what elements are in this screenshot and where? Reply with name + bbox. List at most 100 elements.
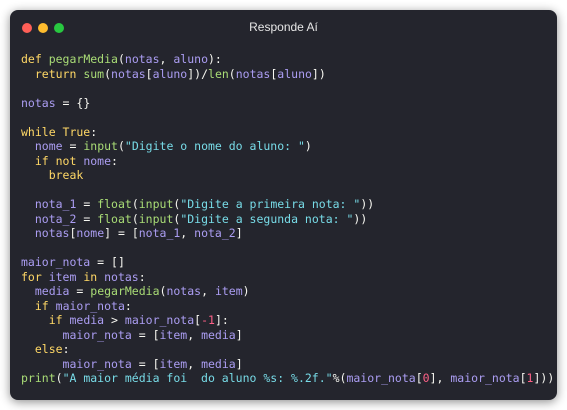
code-line: else: [21,342,554,357]
code-token: , [180,226,195,240]
code-token: ])/ [187,66,209,81]
code-token: )) [353,211,368,226]
code-token: : [124,298,132,313]
code-token: nota_2 [194,226,236,240]
code-token: maior_nota [346,371,416,385]
code-token: sum [83,66,105,81]
code-line: def pegarMedia(notas, aluno): [21,52,554,67]
code-token: ], [429,371,451,385]
code-token: media [34,284,70,298]
code-line: if media > maior_nota[-1]: [21,313,554,328]
code-token: notas [34,226,70,240]
code-token: ])) [533,371,555,385]
code-token: [ [145,66,153,81]
code-token: = [] [90,255,125,269]
code-token: maior_nota [124,313,195,327]
code-token: , [201,284,215,298]
code-token: while True [21,124,91,139]
code-token: nome [34,139,63,153]
code-token: [ [519,371,527,385]
code-token: ] = [ [104,226,139,240]
code-token: : [111,153,118,168]
code-token: )) [360,197,375,211]
code-token: notas [124,52,160,66]
code-token: nota_1 [138,226,181,240]
code-token: item [159,356,188,371]
code-token: ( [228,66,236,81]
code-token: ) [304,139,312,153]
code-token: if [34,298,56,313]
code-token: ( [117,139,125,153]
code-token: "Digite o nome do aluno: " [124,139,305,153]
code-token: notas [111,66,146,81]
code-token: "Digite a primeira nota: " [180,197,361,211]
code-line: maior_nota = [item, media] [21,328,554,343]
code-line: if not nome: [21,154,554,169]
code-line: break [21,168,554,183]
code-token: aluno [152,66,188,81]
code-token: ( [117,52,125,66]
code-token: , [187,356,202,371]
code-token: ( [131,197,139,211]
code-token: len [208,66,229,81]
code-token: = [ [131,327,160,342]
code-token: notas [166,284,202,298]
code-line: nota_1 = float(input("Digite a primeira … [21,197,554,212]
code-token: ]: [214,313,229,327]
code-token: break [48,168,84,182]
code-token: print [21,371,56,385]
code-token: media [69,313,105,327]
code-token: ]) [311,66,326,81]
code-token: = [76,211,98,226]
code-token: %( [332,371,347,385]
code-token: in [76,269,105,284]
code-token: 0 [422,371,430,385]
code-token: "Digite a segunda nota: " [180,211,354,226]
code-token: if not [34,153,84,168]
code-token: maior_nota [62,327,132,342]
code-line: maior_nota = [item, media] [21,357,554,372]
code-token: = [ [131,356,160,371]
code-token: notas [235,66,271,81]
code-token: nome [83,153,112,168]
code-token: media [201,327,236,342]
code-token: "A maior média foi do aluno %s: %.2f." [62,371,333,385]
code-token: pegarMedia [90,284,160,298]
code-token: ] [235,327,243,342]
code-token: pegarMedia [48,52,118,66]
code-token: maior_nota [450,371,520,385]
code-line: media = pegarMedia(notas, item) [21,284,554,299]
code-token: aluno [173,52,208,66]
code-token: : [90,124,98,139]
code-token: ( [55,371,63,385]
code-token: > [104,313,125,327]
code-token: ] [235,226,243,240]
code-token: nota_2 [34,211,77,226]
window-title: Responde Aí [249,20,318,34]
code-token: media [201,356,236,371]
code-token: , [159,52,174,66]
code-token: ) [242,284,250,298]
code-line: nota_2 = float(input("Digite a segunda n… [21,212,554,227]
code-token: : [138,269,146,284]
code-token: item [214,284,243,298]
code-token: [ [415,371,423,385]
code-token: -1 [201,313,215,327]
code-line: notas[nome] = [nota_1, nota_2] [21,226,554,241]
code-token: ): [208,52,222,66]
code-token: : [62,342,70,356]
code-token: notas [21,95,56,110]
code-token: else [34,342,63,356]
code-token: maior_nota [21,255,91,269]
code-token: notas [104,269,139,284]
code-token: maior_nota [62,356,132,371]
